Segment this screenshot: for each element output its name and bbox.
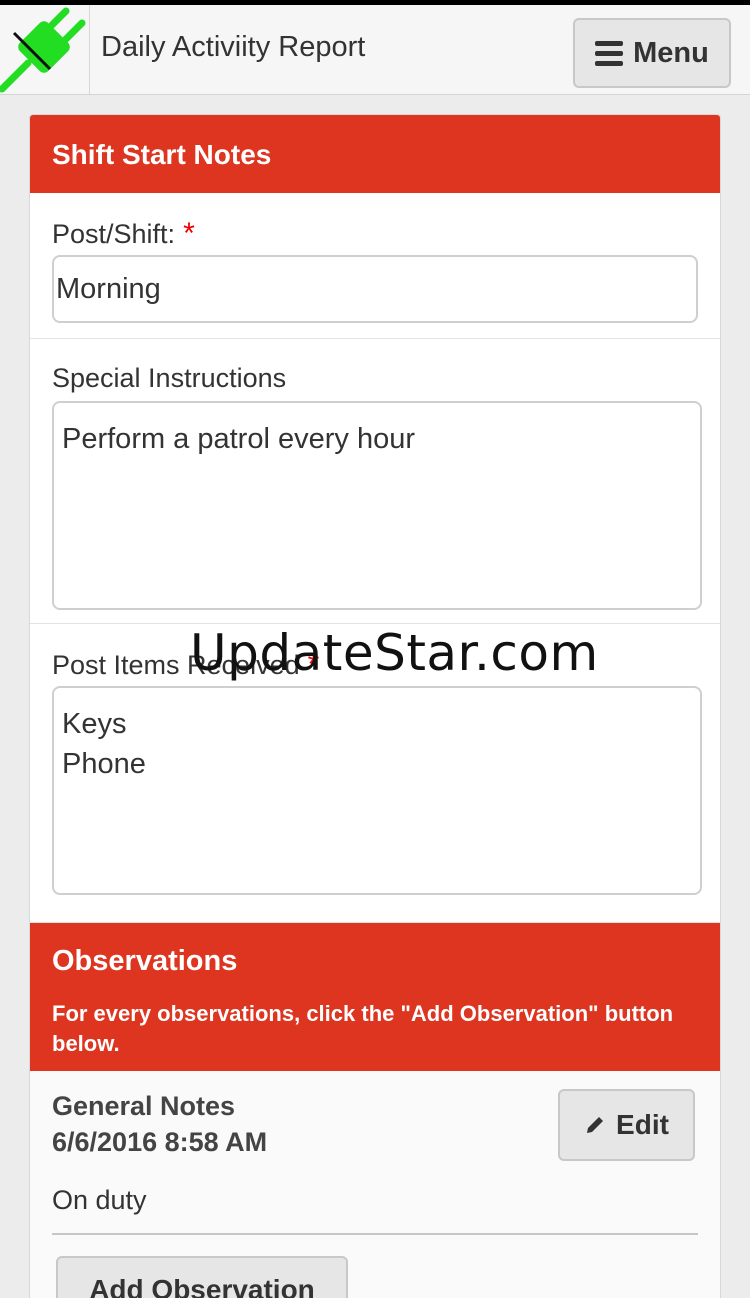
post-shift-label: Post/Shift: *: [52, 217, 195, 251]
hamburger-icon: [595, 40, 624, 66]
post-items-textarea[interactable]: Keys Phone: [52, 686, 702, 895]
observation-datetime: 6/6/2016 8:58 AM: [52, 1127, 268, 1157]
shift-start-header: Shift Start Notes: [30, 115, 720, 193]
app-header: Daily Activiity Report Menu: [0, 5, 750, 95]
report-card: Shift Start Notes Post/Shift: * Morning S…: [29, 114, 721, 1298]
page-title: Daily Activiity Report: [101, 31, 366, 63]
required-marker: *: [183, 217, 195, 250]
observations-title: Observations: [52, 945, 238, 977]
menu-button-label: Menu: [633, 36, 709, 69]
observations-instructions: For every observations, click the "Add O…: [52, 1001, 674, 1056]
post-shift-label-text: Post/Shift:: [52, 219, 176, 249]
menu-button[interactable]: Menu: [573, 18, 731, 88]
special-instructions-section: Special Instructions Perform a patrol ev…: [30, 339, 720, 624]
observation-title: General Notes: [52, 1091, 236, 1121]
add-observation-button[interactable]: Add Observation: [56, 1256, 348, 1298]
post-shift-section: Post/Shift: * Morning: [30, 193, 720, 339]
observations-header: Observations For every observations, cli…: [30, 923, 720, 1071]
special-instructions-textarea[interactable]: Perform a patrol every hour: [52, 401, 702, 610]
watermark: UpdateStar.com: [190, 624, 599, 682]
observation-note: On duty: [52, 1185, 147, 1215]
post-shift-input[interactable]: Morning: [52, 255, 698, 323]
divider: [52, 1233, 698, 1235]
plug-icon: [0, 7, 86, 93]
pencil-icon: [587, 1117, 604, 1133]
observation-item: General Notes 6/6/2016 8:58 AM Edit On d…: [30, 1071, 720, 1298]
app-logo[interactable]: [0, 5, 90, 94]
edit-button[interactable]: Edit: [558, 1089, 695, 1161]
edit-button-label: Edit: [616, 1109, 669, 1140]
special-instructions-label: Special Instructions: [52, 363, 287, 393]
shift-start-title: Shift Start Notes: [52, 139, 272, 170]
